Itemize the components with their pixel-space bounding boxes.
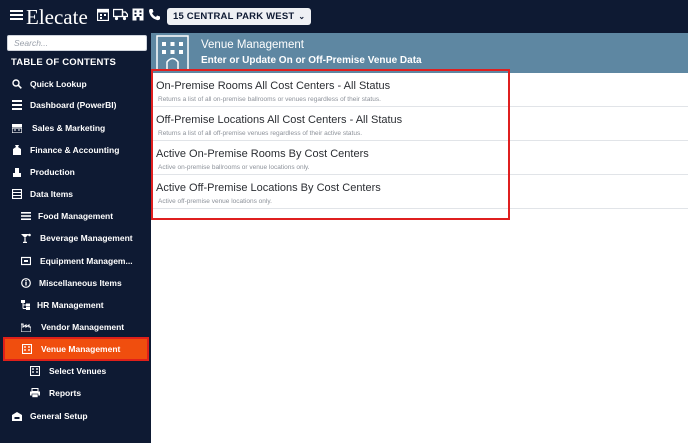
sidebar-item-finance[interactable]: Finance & Accounting: [0, 139, 151, 161]
sidebar-item-sales-marketing[interactable]: Sales & Marketing: [0, 117, 151, 139]
sidebar-item-label: Venue Management: [41, 344, 121, 354]
sidebar-item-venue[interactable]: Venue Management: [3, 337, 149, 361]
phone-icon[interactable]: [148, 8, 160, 21]
sidebar: Search... TABLE OF CONTENTS Quick Lookup…: [0, 33, 151, 443]
setup-icon: [12, 412, 22, 421]
sidebar-item-food[interactable]: Food Management: [0, 205, 151, 227]
brand-name: Elecate: [26, 5, 88, 29]
info-icon: [21, 278, 31, 288]
page-subtitle: Enter or Update On or Off-Premise Venue …: [201, 55, 422, 66]
building-icon: [156, 35, 189, 71]
top-toolbar: [97, 8, 160, 21]
sidebar-item-label: Beverage Management: [40, 233, 133, 243]
building-icon[interactable]: [132, 8, 144, 21]
menu-icon[interactable]: [10, 8, 23, 22]
page-title: Venue Management: [201, 39, 304, 51]
print-icon: [30, 388, 40, 398]
sidebar-item-vendor[interactable]: Vendor Management: [0, 316, 151, 338]
cocktail-icon: [21, 233, 31, 243]
finance-icon: [13, 145, 21, 155]
industry-icon: [21, 323, 31, 332]
page-header: Venue Management Enter or Update On or O…: [151, 33, 688, 73]
sidebar-item-label: Equipment Managem...: [40, 256, 133, 266]
sidebar-item-data-items[interactable]: Data Items: [0, 183, 151, 205]
sitemap-icon: [21, 300, 30, 310]
chevron-down-icon: ⌄: [298, 12, 306, 21]
sidebar-item-select-venues[interactable]: Select Venues: [0, 360, 151, 382]
search-input[interactable]: Search...: [7, 35, 147, 51]
sidebar-item-label: Quick Lookup: [30, 79, 87, 89]
equipment-icon: [21, 256, 31, 266]
sidebar-item-general-setup[interactable]: General Setup: [0, 405, 151, 427]
sidebar-item-misc[interactable]: Miscellaneous Items: [0, 272, 151, 294]
sidebar-item-label: Reports: [49, 388, 82, 398]
building-icon: [22, 344, 32, 354]
sidebar-item-quick-lookup[interactable]: Quick Lookup: [0, 73, 151, 95]
search-icon: [12, 79, 22, 89]
truck-icon[interactable]: [113, 8, 128, 21]
location-label: 15 CENTRAL PARK WEST: [173, 11, 295, 22]
toc-title: TABLE OF CONTENTS: [11, 57, 117, 68]
sidebar-item-dashboard[interactable]: Dashboard (PowerBI): [0, 94, 151, 116]
sidebar-item-label: General Setup: [30, 411, 88, 421]
sidebar-item-label: Food Management: [38, 211, 114, 221]
sidebar-item-label: Dashboard (PowerBI): [30, 100, 117, 110]
cash-register-icon: [12, 124, 22, 133]
sidebar-item-label: Sales & Marketing: [32, 123, 106, 133]
sidebar-item-label: Miscellaneous Items: [39, 278, 122, 288]
data-icon: [12, 189, 22, 199]
dashboard-icon: [12, 100, 22, 110]
sidebar-item-label: HR Management: [37, 300, 104, 310]
sidebar-item-beverage[interactable]: Beverage Management: [0, 227, 151, 249]
sidebar-item-label: Select Venues: [49, 366, 107, 376]
sidebar-item-reports[interactable]: Reports: [0, 382, 151, 404]
production-icon: [13, 168, 21, 177]
highlight-box: [151, 69, 510, 220]
location-dropdown[interactable]: 15 CENTRAL PARK WEST ⌄: [167, 8, 312, 25]
sidebar-item-label: Finance & Accounting: [30, 145, 120, 155]
building-icon: [30, 366, 40, 376]
top-bar: Elecate 15 CENTRAL PARK WEST ⌄: [0, 0, 688, 33]
list-icon: [21, 212, 31, 220]
calendar-icon[interactable]: [97, 8, 109, 21]
sidebar-item-equipment[interactable]: Equipment Managem...: [0, 250, 151, 272]
sidebar-item-label: Production: [30, 167, 75, 177]
sidebar-item-label: Data Items: [30, 189, 73, 199]
brand-logo[interactable]: Elecate: [10, 5, 88, 30]
sidebar-item-hr[interactable]: HR Management: [0, 294, 151, 316]
sidebar-item-label: Vendor Management: [41, 322, 125, 332]
sidebar-item-production[interactable]: Production: [0, 161, 151, 183]
